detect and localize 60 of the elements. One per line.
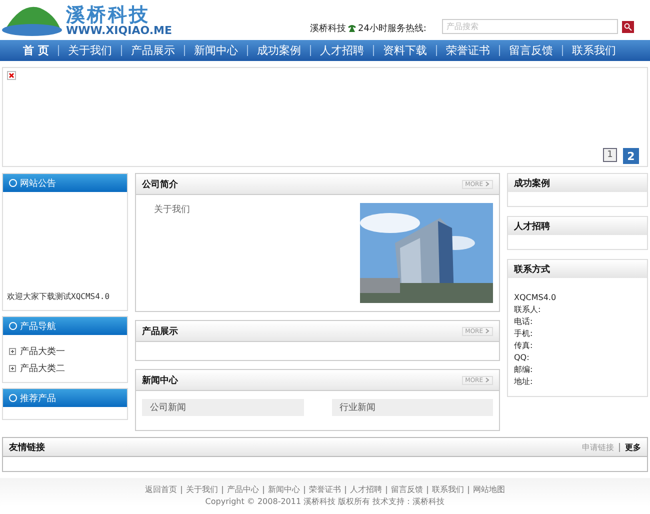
hotline-label: 溪桥科技	[310, 22, 346, 35]
section-header: 产品导航	[3, 317, 127, 335]
nav-item[interactable]: 关于我们	[58, 43, 121, 58]
search-button[interactable]	[622, 21, 634, 33]
contact-line: QQ:	[514, 352, 530, 364]
section-title: 公司简介	[142, 178, 178, 190]
section-title: 产品展示	[142, 325, 178, 338]
contact-line: 地址:	[514, 376, 534, 388]
category-item[interactable]: 产品大类二	[9, 362, 121, 375]
hotline-label: 24小时服务热线:	[358, 22, 426, 35]
category-item[interactable]: 产品大类一	[9, 345, 121, 358]
footer-link[interactable]: 联系我们	[432, 484, 464, 495]
nav-item[interactable]: 成功案例	[248, 43, 310, 58]
chevron-icon	[485, 376, 490, 383]
nav-item[interactable]: 首 页	[14, 43, 58, 58]
nav-item[interactable]: 产品展示	[122, 43, 184, 58]
section-title: 新闻中心	[142, 374, 178, 386]
footer-link[interactable]: 关于我们	[186, 484, 218, 495]
search-field[interactable]: 产品搜索	[442, 19, 618, 34]
nav-item[interactable]: 荣誉证书	[436, 43, 499, 58]
contact-line: 电话:	[514, 316, 534, 328]
news-category[interactable]: 行业新闻	[332, 399, 493, 416]
contact-line: 手机:	[514, 328, 534, 340]
footer-link[interactable]: 返回首页	[145, 484, 177, 495]
nav-item[interactable]: 人才招聘	[310, 43, 373, 58]
nav-item[interactable]: 联系我们	[562, 43, 625, 58]
footer-link[interactable]: 留言反馈	[391, 484, 423, 495]
section-header: 网站公告	[3, 174, 127, 192]
section-header: 成功案例	[508, 174, 647, 192]
about-text: 关于我们	[154, 204, 190, 217]
page-button[interactable]: 2	[623, 148, 639, 164]
footer-link[interactable]: 网站地图	[473, 484, 505, 495]
footer-link[interactable]: 荣誉证书	[309, 484, 341, 495]
footer-link[interactable]: 产品中心	[227, 484, 259, 495]
page-button[interactable]: 1	[603, 148, 617, 162]
nav-item[interactable]: 留言反馈	[500, 43, 562, 58]
footer-link[interactable]: 人才招聘	[350, 484, 382, 495]
news-category[interactable]: 公司新闻	[142, 399, 304, 416]
copyright: Copyright © 2008-2011 溪桥科技 版权所有 技术支持：溪桥科技	[205, 496, 445, 507]
nav-item[interactable]: 资料下载	[374, 43, 436, 58]
search-icon	[624, 23, 632, 31]
logo-url: WWW.XIQIAO.ME	[66, 25, 172, 36]
broken-image-icon	[7, 71, 16, 80]
phone-icon	[346, 24, 357, 33]
links-action[interactable]: 申请链接	[582, 442, 614, 452]
section-header: 人才招聘	[508, 217, 647, 235]
chevron-icon	[485, 328, 490, 334]
section-header: 推荐产品	[3, 389, 127, 407]
notice-text: 欢迎大家下载测试XQCMS4.0	[7, 291, 110, 302]
chevron-icon	[485, 180, 490, 187]
links-action[interactable]: 更多	[625, 442, 641, 452]
contact-line: XQCMS4.0	[514, 292, 558, 304]
footer-link[interactable]: 新闻中心	[268, 484, 300, 495]
section-header: 联系方式	[508, 260, 647, 278]
nav-item[interactable]: 新闻中心	[184, 43, 247, 58]
contact-line: 联系人:	[514, 304, 542, 316]
contact-line: 传真:	[514, 340, 534, 352]
contact-line: 邮编:	[514, 364, 534, 376]
section-title: 友情链接	[9, 441, 45, 454]
logo-name: 溪桥科技	[66, 6, 150, 25]
